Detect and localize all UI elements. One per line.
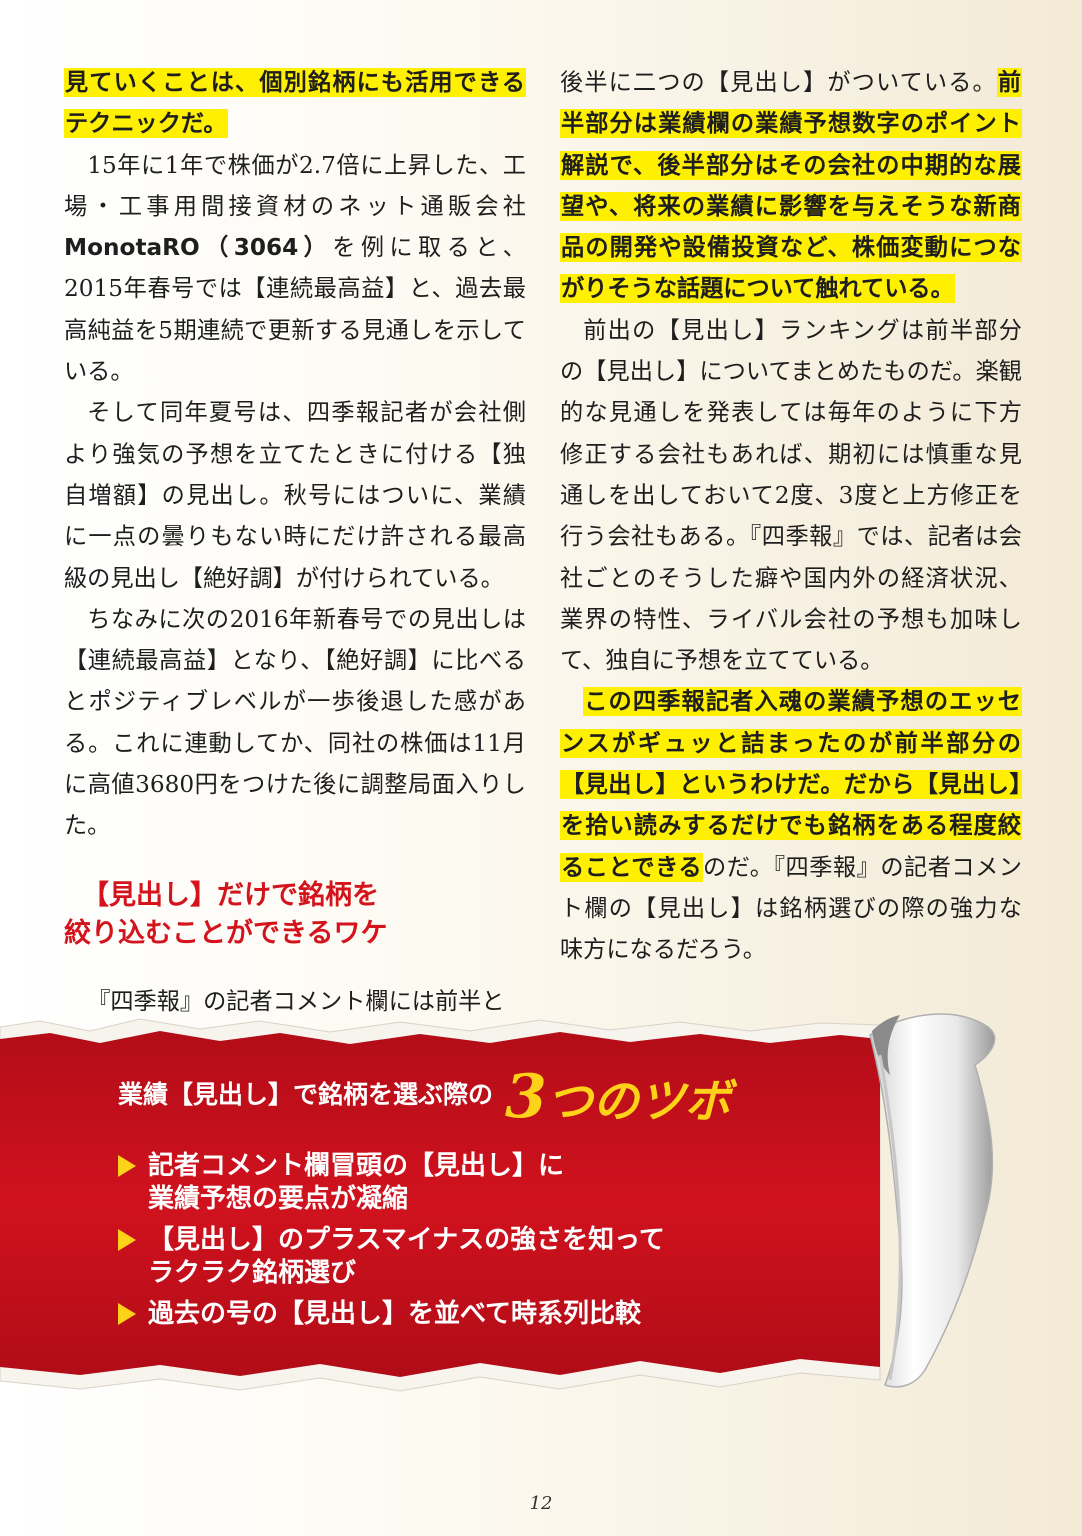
paragraph-two-headings: 後半に二つの【見出し】がついている。前半部分は業績欄の業績予想数字のポイント解説… bbox=[560, 68, 1022, 304]
company-name: MonotaRO（3064） bbox=[64, 234, 333, 262]
tip-item: 過去の号の【見出し】を並べて時系列比較 bbox=[118, 1298, 665, 1331]
highlighted-text: 前半部分は業績欄の業績予想数字のポイント解説で、後半部分はその会社の中期的な展望… bbox=[560, 68, 1022, 304]
tips-list: 記者コメント欄冒頭の【見出し】に 業績予想の要点が凝縮 【見出し】のプラスマイナ… bbox=[118, 1150, 665, 1339]
paragraph-intro: 見ていくことは、個別銘柄にも活用できるテクニックだ。 bbox=[64, 62, 526, 145]
highlighted-text: 見ていくことは、個別銘柄にも活用できるテクニックだ。 bbox=[64, 68, 526, 139]
paragraph-essence: この四季報記者入魂の業績予想のエッセンスがギュッと詰まったのが前半部分の【見出し… bbox=[560, 687, 1022, 964]
triangle-bullet-icon bbox=[118, 1303, 136, 1325]
article-column-right: 後半に二つの【見出し】がついている。前半部分は業績欄の業績予想数字のポイント解説… bbox=[560, 62, 1022, 971]
highlighted-text: この四季報記者入魂の業績予想のエッセンスがギュッと詰まったのが前半部分の【見出し… bbox=[560, 687, 1022, 882]
page-number: 12 bbox=[529, 1493, 553, 1514]
paragraph-new-year-issue: ちなみに次の2016年新春号での見出しは【連続最高益】となり、【絶好調】に比べる… bbox=[64, 605, 526, 840]
tip-item: 【見出し】のプラスマイナスの強さを知って ラクラク銘柄選び bbox=[118, 1224, 665, 1290]
paragraph-ranking: 前出の【見出し】ランキングは前半部分の【見出し】についてまとめたものだ。楽観的な… bbox=[560, 316, 1022, 675]
section-subheading: 【見出し】だけで銘柄を 絞り込むことができるワケ bbox=[64, 879, 388, 949]
tip-item: 記者コメント欄冒頭の【見出し】に 業績予想の要点が凝縮 bbox=[118, 1150, 665, 1216]
triangle-bullet-icon bbox=[118, 1155, 136, 1177]
paragraph-monotaro: 15年に1年で株価が2.7倍に上昇した、工場・工事用間接資材のネット通販会社Mo… bbox=[64, 151, 526, 386]
paragraph-summer-issue: そして同年夏号は、四季報記者が会社側より強気の予想を立てたときに付ける【独自増額… bbox=[64, 399, 526, 592]
triangle-bullet-icon bbox=[118, 1229, 136, 1251]
banner-title: 業績【見出し】で銘柄を選ぶ際の 3つのツボ bbox=[118, 1062, 731, 1132]
banner-title-accent: 3つのツボ bbox=[505, 1062, 731, 1132]
article-column-left: 見ていくことは、個別銘柄にも活用できるテクニックだ。 15年に1年で株価が2.7… bbox=[64, 62, 526, 1022]
